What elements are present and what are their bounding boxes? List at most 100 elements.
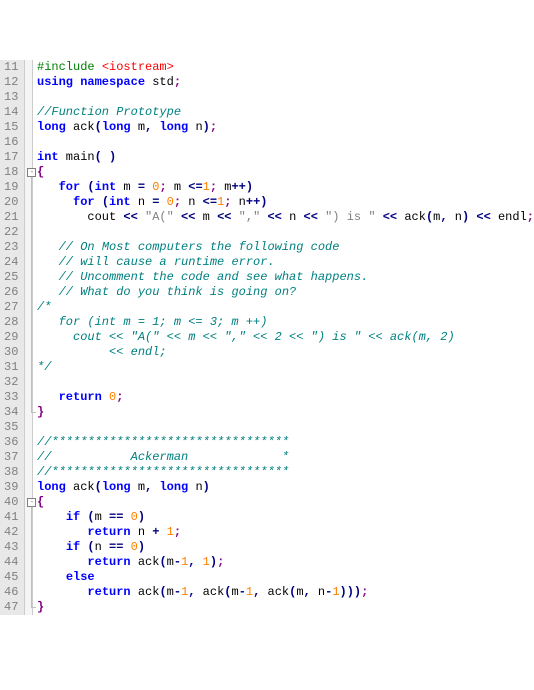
code-line[interactable]: /* — [37, 300, 534, 315]
code-editor[interactable]: 1112131415161718192021222324252627282930… — [0, 60, 534, 615]
token-num: 1 — [332, 585, 339, 599]
code-line[interactable]: for (int m = 0; m <=1; m++) — [37, 180, 534, 195]
code-line[interactable]: long ack(long m, long n); — [37, 120, 534, 135]
code-line[interactable]: else — [37, 570, 534, 585]
line-number: 25 — [4, 270, 18, 285]
line-number: 38 — [4, 465, 18, 480]
code-line[interactable]: return ack(m-1, 1); — [37, 555, 534, 570]
line-number: 36 — [4, 435, 18, 450]
token-id: n — [188, 120, 202, 134]
code-line[interactable]: { — [37, 495, 534, 510]
token-semi: ; — [210, 120, 217, 134]
code-line[interactable]: cout << "A(" << m << "," << n << ") is "… — [37, 210, 534, 225]
token-op: << — [267, 210, 281, 224]
code-line[interactable]: long ack(long m, long n) — [37, 480, 534, 495]
code-line[interactable]: // Ackerman * — [37, 450, 534, 465]
token-kw: int — [37, 150, 59, 164]
token-op: << — [181, 210, 195, 224]
code-line[interactable] — [37, 135, 534, 150]
fold-column[interactable]: -- — [25, 60, 33, 615]
token-num: 1 — [167, 525, 174, 539]
token-op: , — [188, 585, 195, 599]
line-number: 40 — [4, 495, 18, 510]
token-op: ( — [95, 120, 102, 134]
token-kw: long — [159, 120, 188, 134]
token-id — [174, 210, 181, 224]
code-line[interactable]: { — [37, 165, 534, 180]
token-op: ) — [203, 120, 210, 134]
token-semi: ; — [116, 390, 123, 404]
code-line[interactable]: //Function Prototype — [37, 105, 534, 120]
token-kw: long — [37, 480, 66, 494]
line-number: 42 — [4, 525, 18, 540]
token-id: n — [188, 480, 202, 494]
code-line[interactable]: //********************************* — [37, 465, 534, 480]
code-line[interactable]: for (int n = 0; n <=1; n++) — [37, 195, 534, 210]
token-kw: else — [66, 570, 95, 584]
code-line[interactable]: // Uncomment the code and see what happe… — [37, 270, 534, 285]
token-id: m — [231, 585, 238, 599]
token-kw: return — [87, 525, 130, 539]
token-op: ( — [95, 480, 102, 494]
token-op: = — [138, 180, 145, 194]
token-semi: ; — [174, 195, 181, 209]
line-number: 39 — [4, 480, 18, 495]
token-id — [231, 210, 238, 224]
code-line[interactable]: for (int m = 1; m <= 3; m ++) — [37, 315, 534, 330]
token-id — [102, 390, 109, 404]
code-line[interactable]: } — [37, 600, 534, 615]
token-cmt: // What do you think is going on? — [59, 285, 297, 299]
token-brace: { — [37, 495, 44, 509]
token-id: n — [231, 195, 245, 209]
code-line[interactable] — [37, 420, 534, 435]
code-line[interactable]: return 0; — [37, 390, 534, 405]
code-line[interactable]: //********************************* — [37, 435, 534, 450]
code-line[interactable] — [37, 225, 534, 240]
fold-toggle-icon[interactable]: - — [27, 168, 36, 177]
code-line[interactable]: cout << "A(" << m << "," << 2 << ") is "… — [37, 330, 534, 345]
token-num: 1 — [181, 585, 188, 599]
code-line[interactable]: */ — [37, 360, 534, 375]
code-line[interactable]: using namespace std; — [37, 75, 534, 90]
line-number: 22 — [4, 225, 18, 240]
line-number: 35 — [4, 420, 18, 435]
code-line[interactable]: return n + 1; — [37, 525, 534, 540]
fold-guide-line — [31, 507, 32, 607]
code-line[interactable]: #include <iostream> — [37, 60, 534, 75]
code-line[interactable]: return ack(m-1, ack(m-1, ack(m, n-1))); — [37, 585, 534, 600]
code-line[interactable] — [37, 90, 534, 105]
code-line[interactable]: << endl; — [37, 345, 534, 360]
token-num: 1 — [203, 555, 210, 569]
line-number: 27 — [4, 300, 18, 315]
code-line[interactable]: int main( ) — [37, 150, 534, 165]
token-op: << — [304, 210, 318, 224]
token-id: m — [167, 555, 174, 569]
line-number: 20 — [4, 195, 18, 210]
token-id: ack — [131, 555, 160, 569]
token-id: n — [131, 525, 153, 539]
code-line[interactable]: // will cause a runtime error. — [37, 255, 534, 270]
line-number: 21 — [4, 210, 18, 225]
code-line[interactable] — [37, 375, 534, 390]
fold-end-marker — [31, 412, 36, 413]
line-number: 46 — [4, 585, 18, 600]
token-op: << — [217, 210, 231, 224]
token-id — [37, 585, 87, 599]
code-line[interactable]: // On Most computers the following code — [37, 240, 534, 255]
token-kw: if — [66, 540, 80, 554]
token-id: m — [296, 585, 303, 599]
code-line[interactable]: // What do you think is going on? — [37, 285, 534, 300]
token-id: std — [145, 75, 174, 89]
code-line[interactable]: if (n == 0) — [37, 540, 534, 555]
token-id — [37, 540, 66, 554]
fold-toggle-icon[interactable]: - — [27, 498, 36, 507]
token-id — [37, 270, 59, 284]
line-number: 32 — [4, 375, 18, 390]
code-line[interactable]: if (m == 0) — [37, 510, 534, 525]
token-semi: ; — [210, 180, 217, 194]
line-number: 47 — [4, 600, 18, 615]
code-line[interactable]: } — [37, 405, 534, 420]
token-op: ( — [95, 150, 102, 164]
token-op: ) — [138, 510, 145, 524]
code-area[interactable]: #include <iostream>using namespace std; … — [33, 60, 534, 615]
